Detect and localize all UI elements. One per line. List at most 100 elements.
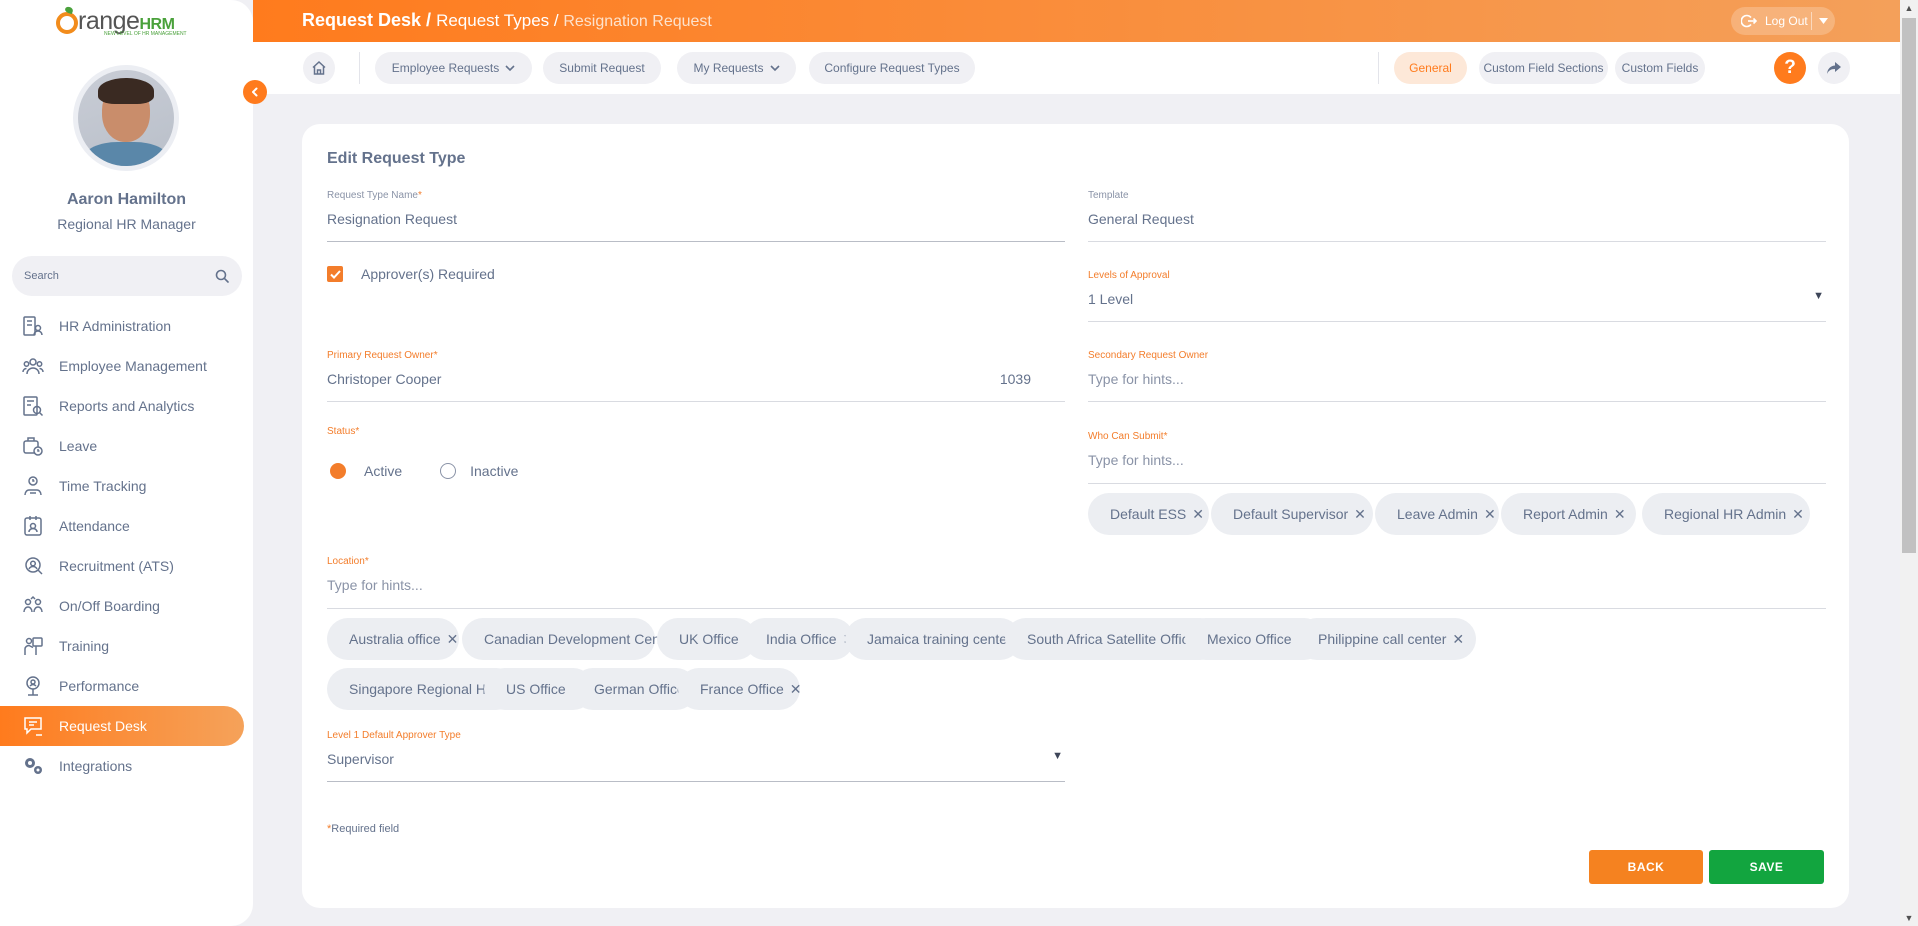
chip-label: Regional HR Admin: [1664, 506, 1787, 522]
search-icon: [215, 269, 229, 283]
secondary-request-owner-field[interactable]: Secondary Request Owner Type for hints..…: [1088, 350, 1826, 402]
location-chip: Jamaica training center✕: [845, 618, 1029, 660]
back-button[interactable]: BACK: [1589, 850, 1703, 884]
sidebar-item-label: Leave: [59, 438, 98, 454]
request-type-name-value: Resignation Request: [327, 211, 457, 227]
primary-request-owner-field[interactable]: Primary Request Owner* Christoper Cooper…: [327, 350, 1065, 402]
logout-icon: [1741, 14, 1757, 28]
approvers-required-checkbox[interactable]: Approver(s) Required: [327, 263, 627, 285]
nav-submit-request[interactable]: Submit Request: [543, 52, 661, 84]
who-can-submit-field[interactable]: Who Can Submit* Type for hints...: [1088, 431, 1826, 484]
location-input[interactable]: Type for hints...: [327, 577, 1826, 593]
user-role: Regional HR Manager: [57, 216, 196, 232]
logout-dropdown-button[interactable]: [1812, 18, 1835, 24]
sidebar-item-time-tracking[interactable]: Time Tracking: [0, 466, 253, 506]
scroll-down-icon[interactable]: ▼: [1900, 910, 1918, 926]
recruitment-icon: [21, 554, 45, 578]
chip-label: Default Supervisor: [1233, 506, 1349, 522]
required-mark: *: [417, 190, 422, 201]
nav-configure-request-types[interactable]: Configure Request Types: [809, 52, 975, 84]
tab-custom-field-sections-label: Custom Field Sections: [1483, 61, 1604, 75]
remove-chip-icon[interactable]: ✕: [790, 681, 802, 698]
logout-label: Log Out: [1765, 14, 1808, 28]
home-icon: [312, 60, 326, 75]
search-button[interactable]: [202, 256, 242, 296]
chip-label: Default ESS: [1110, 506, 1187, 522]
breadcrumb: Request Desk / Request Types / Resignati…: [302, 10, 712, 31]
caret-down-icon: [1819, 18, 1828, 24]
sidebar-item-request-desk[interactable]: Request Desk: [0, 706, 244, 746]
sidebar-item-reports-and-analytics[interactable]: Reports and Analytics: [0, 386, 253, 426]
remove-chip-icon[interactable]: ✕: [1484, 506, 1496, 523]
search-input[interactable]: [24, 270, 202, 282]
sidebar-item-hr-administration[interactable]: HR Administration: [0, 306, 253, 346]
tab-general[interactable]: General: [1394, 52, 1467, 84]
share-icon: [1827, 62, 1841, 74]
sidebar-item-leave[interactable]: Leave: [0, 426, 253, 466]
chevron-left-icon: [252, 87, 258, 97]
leave-icon: [21, 434, 45, 458]
avatar[interactable]: [73, 65, 179, 171]
request-type-name-field[interactable]: Request Type Name* Resignation Request: [327, 190, 1065, 242]
status-label: Status: [327, 426, 356, 437]
remove-chip-icon[interactable]: ✕: [1354, 506, 1366, 523]
who-can-submit-input[interactable]: Type for hints...: [1088, 452, 1826, 468]
sidebar-item-label: Request Desk: [59, 718, 147, 734]
performance-icon: [21, 674, 45, 698]
location-chip: Canadian Development Center✕: [462, 618, 694, 660]
breadcrumb-request-types[interactable]: Request Types /: [436, 11, 563, 30]
template-field[interactable]: Template General Request: [1088, 190, 1826, 242]
primary-request-owner-label: Primary Request Owner: [327, 350, 434, 361]
scrollbar-thumb[interactable]: [1902, 18, 1916, 553]
chip-label: South Africa Satellite Office: [1027, 631, 1197, 647]
chip-label: India Office: [766, 631, 837, 647]
attendance-icon: [21, 514, 45, 538]
help-button[interactable]: ?: [1774, 52, 1806, 84]
chip-label: Australia office: [349, 631, 441, 647]
orangehrm-logo[interactable]: rangeHRM NEW LEVEL OF HR MANAGEMENT: [56, 6, 206, 37]
remove-chip-icon[interactable]: ✕: [1792, 506, 1804, 523]
location-chip: Philippine call center ✕: [1296, 618, 1476, 660]
remove-chip-icon[interactable]: ✕: [447, 631, 459, 648]
scroll-up-icon[interactable]: ▲: [1900, 0, 1918, 16]
logout-button[interactable]: Log Out: [1731, 7, 1811, 35]
dropdown-arrow-icon: ▼: [1052, 750, 1063, 762]
sidebar-item-onboarding[interactable]: On/Off Boarding: [0, 586, 253, 626]
save-button[interactable]: SAVE: [1709, 850, 1824, 884]
sidebar-item-attendance[interactable]: Attendance: [0, 506, 253, 546]
status-active-radio[interactable]: Active: [330, 463, 402, 479]
home-button[interactable]: [303, 52, 335, 84]
onboarding-icon: [21, 594, 45, 618]
time-icon: [21, 474, 45, 498]
remove-chip-icon[interactable]: ✕: [1192, 506, 1204, 523]
hr-admin-icon: [21, 314, 45, 338]
tab-custom-field-sections[interactable]: Custom Field Sections: [1479, 52, 1608, 84]
collapse-sidebar-button[interactable]: [243, 80, 267, 104]
chip-label: Canadian Development Center: [484, 631, 677, 647]
secondary-request-owner-input[interactable]: Type for hints...: [1088, 371, 1826, 387]
edit-request-type-card: Edit Request Type Request Type Name* Res…: [302, 124, 1849, 908]
levels-of-approval-select[interactable]: Levels of Approval 1 Level ▼: [1088, 270, 1826, 322]
primary-request-owner-value: Christoper Cooper: [327, 371, 442, 387]
status-inactive-radio[interactable]: Inactive: [440, 463, 518, 479]
sidebar-item-employee-management[interactable]: Employee Management: [0, 346, 253, 386]
sidebar-item-training[interactable]: Training: [0, 626, 253, 666]
page-scrollbar[interactable]: ▲ ▼: [1900, 0, 1918, 926]
tab-custom-fields[interactable]: Custom Fields: [1615, 52, 1705, 84]
level1-default-approver-value: Supervisor: [327, 751, 394, 767]
share-button[interactable]: [1818, 52, 1850, 84]
sidebar-item-label: Integrations: [59, 758, 133, 774]
remove-chip-icon[interactable]: ✕: [1614, 506, 1626, 523]
nav-my-requests[interactable]: My Requests: [677, 52, 796, 84]
required-note-text: Required field: [331, 823, 400, 835]
chip-label: Report Admin: [1523, 506, 1608, 522]
level1-default-approver-select[interactable]: Level 1 Default Approver Type Supervisor…: [327, 730, 1065, 782]
nav-submit-request-label: Submit Request: [559, 61, 645, 75]
sidebar-item-performance[interactable]: Performance: [0, 666, 253, 706]
breadcrumb-request-desk[interactable]: Request Desk /: [302, 10, 436, 30]
location-field[interactable]: Location* Type for hints...: [327, 556, 1826, 609]
remove-chip-icon[interactable]: ✕: [1452, 631, 1464, 648]
nav-employee-requests[interactable]: Employee Requests: [375, 52, 532, 84]
sidebar-item-integrations[interactable]: Integrations: [0, 746, 253, 786]
sidebar-item-recruitment[interactable]: Recruitment (ATS): [0, 546, 253, 586]
